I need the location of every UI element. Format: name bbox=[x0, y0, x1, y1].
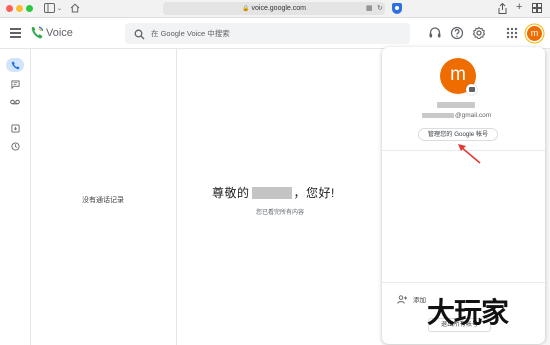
new-tab-icon[interactable]: + bbox=[516, 1, 522, 13]
add-account-button[interactable]: 添加 bbox=[397, 294, 426, 304]
app-title: Voice bbox=[46, 27, 73, 39]
greeting-heading: 尊敬的 ，您好! bbox=[212, 184, 335, 201]
settings-gear-icon[interactable] bbox=[472, 26, 486, 40]
archive-icon bbox=[10, 123, 20, 133]
redacted-email-user bbox=[422, 113, 454, 118]
voicemail-icon bbox=[10, 99, 20, 105]
account-avatar-button[interactable]: m bbox=[527, 26, 542, 41]
reload-icon[interactable]: ↻ bbox=[377, 2, 383, 15]
greeting-prefix: 尊敬的 bbox=[212, 186, 250, 200]
rail-item-history[interactable] bbox=[6, 139, 24, 153]
search-input[interactable]: 在 Google Voice 中搜索 bbox=[151, 28, 230, 39]
right-edge-strip bbox=[545, 49, 550, 345]
list-divider bbox=[176, 49, 177, 345]
email-domain: @gmail.com bbox=[455, 112, 492, 119]
zoom-window-button[interactable] bbox=[26, 5, 33, 12]
account-email: @gmail.com bbox=[422, 111, 491, 120]
tab-overview-icon[interactable] bbox=[532, 3, 542, 16]
help-icon[interactable] bbox=[450, 26, 464, 40]
redacted-account-name bbox=[437, 102, 475, 108]
search-bar[interactable]: 在 Google Voice 中搜索 bbox=[125, 23, 410, 44]
rail-item-archive[interactable] bbox=[6, 121, 24, 135]
rail-item-voicemail[interactable] bbox=[6, 95, 24, 109]
popup-divider bbox=[382, 282, 545, 283]
minimize-window-button[interactable] bbox=[16, 5, 23, 12]
camera-icon[interactable] bbox=[466, 84, 477, 95]
main-menu-button[interactable] bbox=[10, 28, 21, 38]
browser-toolbar: ⌄ 🔒 voice.google.com ▦ ↻ + bbox=[0, 0, 550, 18]
rail-item-messages[interactable] bbox=[6, 77, 24, 91]
watermark-logo: 大玩家 bbox=[427, 296, 509, 329]
phone-icon bbox=[11, 61, 19, 69]
home-icon[interactable] bbox=[70, 3, 80, 16]
support-headset-icon[interactable] bbox=[428, 26, 442, 40]
history-icon bbox=[10, 141, 20, 151]
apps-grid-icon[interactable] bbox=[505, 26, 519, 40]
rail-divider bbox=[30, 49, 31, 345]
add-account-label: 添加 bbox=[413, 297, 426, 304]
empty-calls-text: 没有通话记录 bbox=[82, 197, 124, 204]
share-icon[interactable] bbox=[498, 2, 507, 17]
chevron-down-icon[interactable]: ⌄ bbox=[57, 3, 62, 15]
app-header: Voice 在 Google Voice 中搜索 m bbox=[0, 18, 550, 49]
lock-icon: 🔒 bbox=[242, 6, 250, 12]
popup-divider bbox=[382, 150, 545, 151]
address-bar[interactable]: 🔒 voice.google.com bbox=[163, 2, 385, 15]
sidebar-toggle-icon[interactable] bbox=[44, 3, 55, 16]
message-icon bbox=[10, 79, 20, 89]
caught-up-text: 您已看完所有内容 bbox=[256, 210, 305, 216]
translate-icon[interactable]: ▦ bbox=[366, 2, 373, 15]
address-bar-url: voice.google.com bbox=[251, 5, 306, 12]
greeting-suffix: ，您好! bbox=[293, 186, 335, 200]
bitwarden-extension-icon[interactable] bbox=[392, 3, 402, 14]
google-voice-logo-icon bbox=[31, 26, 44, 40]
redacted-name-block bbox=[251, 187, 292, 199]
rail-item-calls[interactable] bbox=[6, 58, 24, 72]
manage-google-account-button[interactable]: 管理您的 Google 帐号 bbox=[418, 128, 498, 141]
search-icon[interactable] bbox=[134, 27, 145, 45]
close-window-button[interactable] bbox=[6, 5, 13, 12]
add-person-icon bbox=[397, 294, 407, 304]
